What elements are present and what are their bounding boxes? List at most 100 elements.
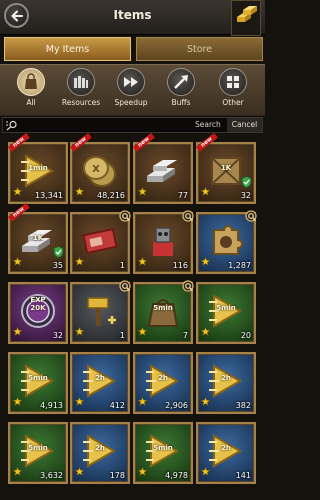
star-icon [12,461,23,480]
item-art-label: 2h [158,374,168,382]
new-badge: new [133,133,155,152]
magnifier-icon[interactable] [182,209,196,223]
fast-forward-icon [117,68,145,96]
svg-text:X: X [92,164,100,175]
star-icon [74,461,85,480]
item-slot[interactable]: 5min 4,913 [8,352,68,414]
item-slot[interactable]: 5min 20 [196,282,256,344]
star-icon [12,321,23,340]
item-quantity: 382 [235,401,251,410]
item-slot[interactable]: Xnew 48,216 [70,133,130,204]
silver-item-icon [143,152,183,190]
item-quantity: 1,287 [228,261,251,270]
item-slot[interactable]: 1min new 13,341 [8,133,68,204]
item-quantity: 4,913 [40,401,63,410]
tab-store[interactable]: Store [136,37,263,61]
buff-arrow-icon [167,68,195,96]
category-speedup-label: Speedup [114,98,148,107]
category-buffs[interactable]: Buffs [158,68,204,112]
item-art-label: 1min [28,164,48,172]
item-slot[interactable]: 20K EXP 32 [8,282,68,344]
silver-item-icon: 1K [18,222,58,260]
star-icon [137,321,148,340]
item-quantity: 35 [52,261,63,270]
item-slot[interactable]: new 77 [133,133,193,204]
item-art-label: 5min [216,304,236,312]
item-slot[interactable]: 2h 382 [196,352,256,414]
category-speedup[interactable]: Speedup [108,68,154,112]
item-art-label: 2h [221,374,231,382]
speedup-item-icon: 5min [18,432,58,470]
item-quantity: 77 [177,191,188,200]
bag-item-icon: 5min [143,292,183,330]
item-art-label: 5min [153,304,173,312]
grid-icon [219,68,247,96]
item-slot[interactable]: 2h 412 [70,352,130,414]
gold-balance[interactable] [231,0,261,36]
new-badge: new [196,133,218,152]
item-slot[interactable]: 1 [70,279,133,344]
item-slot[interactable]: 2h 178 [70,422,130,484]
speedup-item-icon: 2h [143,362,183,400]
category-resources[interactable]: Resources [58,68,104,112]
exp-label: EXP [30,296,46,304]
category-all[interactable]: All [8,68,54,112]
category-other-label: Other [222,98,244,107]
search-input[interactable] [21,119,171,131]
item-slot[interactable]: 1 [70,209,133,274]
star-icon [137,461,148,480]
item-slot[interactable]: 1K new 32 [196,133,256,204]
item-slot[interactable]: 5min 4,978 [133,422,193,484]
speedup-item-icon: 5min [206,292,246,330]
item-quantity: 2,906 [165,401,188,410]
speedup-item-icon: 1min [18,152,58,190]
item-art-label: 20K [30,304,46,312]
search-bar: Search Cancel [2,117,263,133]
category-bar: All Resources Speedup Buffs Other [0,64,265,116]
magnifier-icon[interactable] [119,279,133,293]
star-icon [137,181,148,200]
magnifier-icon[interactable] [182,279,196,293]
main-tabs: My Items Store [2,37,263,61]
top-bar: Items [0,0,265,36]
item-grid: 1min new 13,341 Xnew 48,216 new 77 1K new 32 1K new… [0,133,265,500]
item-slot[interactable]: 5min 7 [133,279,196,344]
star-icon [137,251,148,270]
cancel-button[interactable]: Cancel [227,118,262,132]
robot-item-icon [143,222,183,260]
item-art-label: 5min [28,374,48,382]
speedup-item-icon: 2h [80,362,120,400]
item-slot[interactable]: 1K new 35 [8,203,68,274]
search-button[interactable]: Search [195,120,221,129]
magnifier-icon[interactable] [245,209,259,223]
star-icon [12,251,23,270]
star-icon [74,321,85,340]
item-slot[interactable]: 5min 3,632 [8,422,68,484]
category-buffs-label: Buffs [171,98,191,107]
crate-item-icon: 1K [206,152,246,190]
item-quantity: 116 [172,261,188,270]
item-slot[interactable]: 2h 141 [196,422,256,484]
item-art-label: 2h [95,374,105,382]
tab-my-items[interactable]: My Items [4,37,131,61]
category-other[interactable]: Other [210,68,256,112]
star-icon [200,321,211,340]
star-icon [137,391,148,410]
shield-icon [53,243,64,262]
item-slot[interactable]: 2h 2,906 [133,352,193,414]
item-quantity: 32 [240,191,251,200]
item-slot[interactable]: 116 [133,209,196,274]
item-art-label: 5min [28,444,48,452]
item-slot[interactable]: 1,287 [196,209,259,274]
star-icon [74,181,85,200]
item-quantity: 20 [240,331,251,340]
magnifier-icon[interactable] [119,209,133,223]
resources-icon [67,68,95,96]
item-quantity: 3,632 [40,471,63,480]
star-icon [200,461,211,480]
item-quantity: 412 [109,401,125,410]
ticket-item-icon [80,222,120,260]
item-quantity: 178 [109,471,125,480]
item-quantity: 1 [119,261,125,270]
category-resources-label: Resources [61,98,101,107]
